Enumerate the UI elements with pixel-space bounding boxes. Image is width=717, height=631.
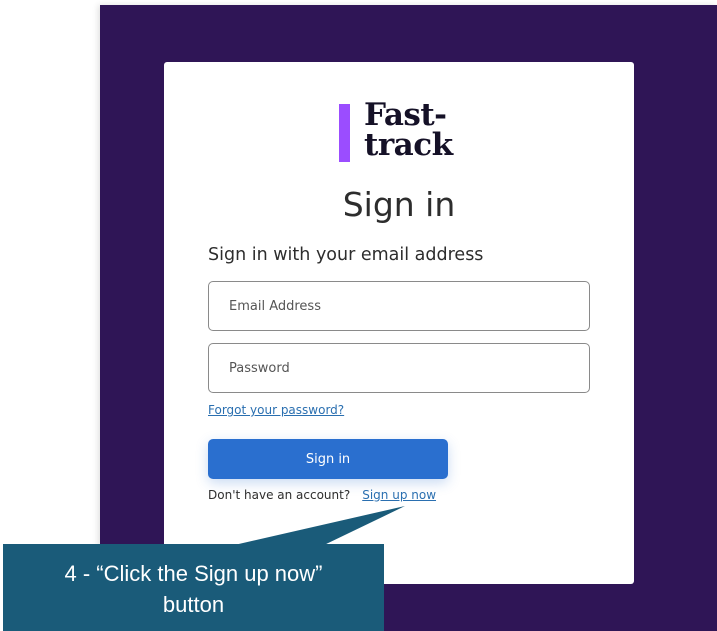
sign-in-button[interactable]: Sign in: [208, 439, 448, 479]
sign-up-prompt: Don't have an account?: [208, 488, 351, 502]
password-field[interactable]: [208, 343, 590, 393]
instruction-callout: 4 - “Click the Sign up now” button: [3, 544, 384, 631]
email-field[interactable]: [208, 281, 590, 331]
sign-in-subheading: Sign in with your email address: [208, 245, 484, 265]
page-title: Sign in: [342, 185, 456, 224]
forgot-password-link[interactable]: Forgot your password?: [208, 402, 344, 418]
sign-up-link[interactable]: Sign up now: [362, 488, 436, 502]
callout-line-2: button: [162, 592, 225, 617]
logo-wordmark: Fast- track: [364, 97, 474, 163]
callout-line-1: 4 - “Click the Sign up now”: [64, 561, 323, 586]
fast-track-logo: Fast- track: [339, 100, 469, 165]
logo-line-2: track: [364, 127, 453, 163]
logo-bar: [339, 104, 350, 162]
logo-line-1: Fast-: [364, 97, 447, 133]
sign-up-row: Don't have an account? Sign up now: [208, 487, 436, 503]
sign-in-card: Fast- track Sign in Sign in with your em…: [164, 62, 634, 584]
